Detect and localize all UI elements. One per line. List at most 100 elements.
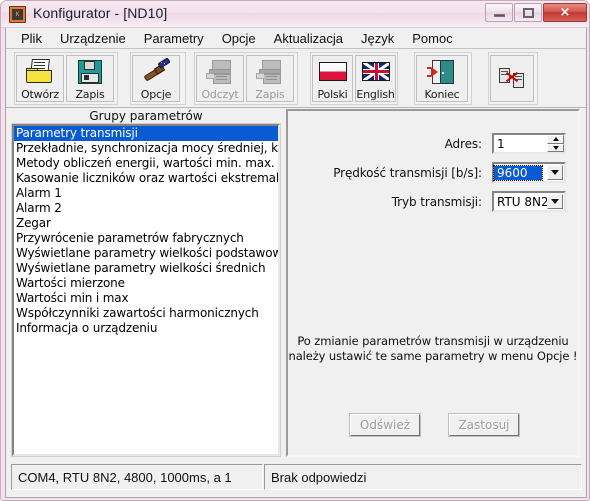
chevron-up-icon (552, 137, 559, 142)
transmission-mode-row: Tryb transmisji: RTU 8N2 (288, 191, 566, 212)
toolbar-label-polish: Polski (317, 88, 348, 101)
baudrate-dropdown-button[interactable] (547, 165, 563, 180)
toolbar-button-polish[interactable]: Polski (312, 55, 353, 102)
toolbar-group-exit: Koniec (414, 52, 472, 105)
address-value: 1 (497, 136, 505, 151)
toolbar-button-open[interactable]: Otwórz (16, 55, 64, 102)
toolbar-group-file: Otwórz Zapis (14, 52, 118, 105)
transmission-mode-combobox[interactable]: RTU 8N2 (492, 191, 566, 212)
list-item[interactable]: Alarm 2 (14, 201, 278, 216)
toolbar-group-device-io: Odczyt Zapis (194, 52, 298, 105)
address-spinner-buttons (547, 135, 564, 152)
chevron-down-icon (552, 145, 559, 150)
brush-icon (141, 57, 171, 86)
close-button[interactable]: × (543, 3, 587, 22)
toolbar-label-device-write: Zapis (255, 88, 285, 101)
transmission-mode-label: Tryb transmisji: (391, 194, 482, 209)
list-item[interactable]: Wartości mierzone (14, 276, 278, 291)
address-spinner[interactable]: 1 (492, 133, 566, 154)
address-row: Adres: 1 (288, 133, 566, 154)
uk-flag-icon (361, 59, 391, 86)
toolbar-button-device-read: Odczyt (196, 55, 244, 102)
toolbar-label-save: Zapis (75, 88, 105, 101)
list-item[interactable]: Przekładnie, synchronizacja mocy średnie… (14, 141, 278, 156)
application-window: K Konfigurator - [ND10] × Plik Urządzeni… (0, 0, 590, 501)
baudrate-combobox[interactable]: 9600 (492, 162, 566, 183)
list-item[interactable]: Alarm 1 (14, 186, 278, 201)
hint-line-1: Po zmianie parametrów transmisji w urząd… (297, 334, 569, 348)
title-bar: K Konfigurator - [ND10] × (1, 1, 589, 28)
exit-door-icon (427, 59, 457, 86)
address-spinner-down[interactable] (547, 143, 564, 152)
toolbar-button-options[interactable]: Opcje (132, 55, 180, 102)
list-item[interactable]: Wartości min i max (14, 291, 278, 306)
menu-item-urzadzenie[interactable]: Urządzenie (51, 29, 135, 48)
device-write-icon (255, 59, 285, 86)
list-item[interactable]: Współczynniki zawartości harmonicznych (14, 306, 278, 321)
minimize-button[interactable] (485, 3, 513, 22)
list-item[interactable]: Informacja o urządzeniu (14, 321, 278, 336)
list-item[interactable]: Wyświetlane parametry wielkości podstawo… (14, 246, 278, 261)
content-area: Grupy parametrów Parametry transmisji Pr… (6, 108, 586, 460)
close-icon: × (559, 5, 571, 20)
menu-item-parametry[interactable]: Parametry (135, 29, 213, 48)
toolbar-label-options: Opcje (140, 88, 172, 101)
address-label: Adres: (444, 136, 482, 151)
floppy-disk-icon (75, 59, 105, 86)
toolbar: Otwórz Zapis Opcje Odczyt Zapis Polski E… (6, 49, 586, 108)
transmission-settings-panel: Adres: 1 Prędkość transmisji [b/s]: 9600 (286, 109, 580, 457)
maximize-icon (522, 7, 534, 18)
toolbar-button-exit[interactable]: Koniec (416, 55, 468, 102)
menu-item-opcje[interactable]: Opcje (213, 29, 265, 48)
toolbar-button-english[interactable]: English (355, 55, 396, 102)
transmission-mode-dropdown-button[interactable] (547, 194, 563, 209)
window-controls: × (485, 3, 587, 22)
status-bar: COM4, RTU 8N2, 4800, 1000ms, a 1 Brak od… (6, 461, 586, 497)
list-item[interactable]: Wyświetlane parametry wielkości średnich (14, 261, 278, 276)
list-item[interactable]: Zegar (14, 216, 278, 231)
device-read-icon (205, 59, 235, 86)
list-item[interactable]: Metody obliczeń energii, wartości min. m… (14, 156, 278, 171)
baudrate-label: Prędkość transmisji [b/s]: (333, 165, 482, 180)
toolbar-button-device-write: Zapis (246, 55, 294, 102)
hint-line-2: należy ustawić te same parametry w menu … (288, 349, 578, 363)
disconnect-icon (497, 65, 527, 92)
toolbar-button-disconnect[interactable] (490, 55, 534, 102)
open-folder-icon (25, 59, 55, 86)
minimize-icon (493, 14, 505, 17)
list-item[interactable]: Parametry transmisji (14, 126, 278, 141)
list-item[interactable]: Kasowanie liczników oraz wartości ekstre… (14, 171, 278, 186)
maximize-button[interactable] (514, 3, 542, 22)
parameter-groups-panel: Grupy parametrów Parametry transmisji Pr… (11, 109, 281, 457)
address-spinner-up[interactable] (547, 135, 564, 144)
status-message: Brak odpowiedzi (264, 464, 582, 490)
baudrate-value: 9600 (493, 164, 543, 181)
menu-item-plik[interactable]: Plik (12, 29, 51, 48)
toolbar-label-device-read: Odczyt (201, 88, 239, 101)
toolbar-label-exit: Koniec (424, 88, 460, 101)
chevron-down-icon (551, 199, 559, 204)
poland-flag-icon (318, 59, 348, 86)
refresh-button: Odśwież (349, 413, 421, 437)
transmission-mode-value: RTU 8N2 (497, 194, 549, 209)
chevron-down-icon (551, 170, 559, 175)
menu-bar: Plik Urządzenie Parametry Opcje Aktualiz… (6, 28, 586, 49)
apply-button: Zastosuj (448, 413, 520, 437)
parameter-groups-header: Grupy parametrów (89, 109, 203, 123)
client-area: Plik Urządzenie Parametry Opcje Aktualiz… (5, 28, 587, 498)
menu-item-aktualizacja[interactable]: Aktualizacja (265, 29, 352, 48)
menu-item-pomoc[interactable]: Pomoc (403, 29, 461, 48)
list-item[interactable]: Przywrócenie parametrów fabrycznych (14, 231, 278, 246)
toolbar-label-open: Otwórz (21, 88, 59, 101)
menu-item-jezyk[interactable]: Język (352, 29, 403, 48)
status-connection: COM4, RTU 8N2, 4800, 1000ms, a 1 (11, 464, 263, 490)
toolbar-label-english: English (356, 88, 395, 101)
toolbar-group-options: Opcje (130, 52, 186, 105)
toolbar-group-language: Polski English (310, 52, 398, 105)
toolbar-group-disconnect (488, 52, 538, 105)
toolbar-button-save[interactable]: Zapis (66, 55, 114, 102)
app-icon: K (9, 6, 26, 23)
parameter-groups-list[interactable]: Parametry transmisji Przekładnie, synchr… (11, 123, 281, 457)
baudrate-row: Prędkość transmisji [b/s]: 9600 (288, 162, 566, 183)
window-title: Konfigurator - [ND10] (33, 5, 168, 21)
